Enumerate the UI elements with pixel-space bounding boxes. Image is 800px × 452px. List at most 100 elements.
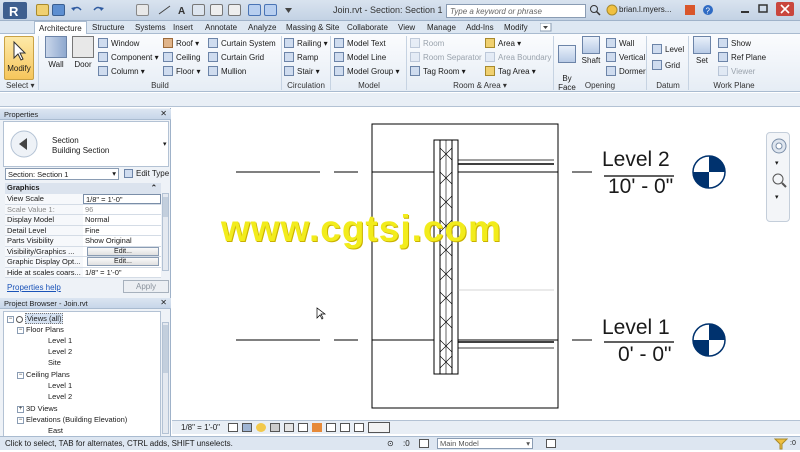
analytical-model-icon[interactable] <box>340 423 350 432</box>
detail-level-field[interactable]: Fine <box>83 225 161 235</box>
close-icon[interactable]: ✕ <box>160 298 167 307</box>
tree-node-ceiling-level-1[interactable]: Level 1 <box>48 381 72 390</box>
undo-icon[interactable] <box>70 4 83 16</box>
mullion-button[interactable]: Mullion <box>208 66 246 76</box>
reveal-hidden-icon[interactable] <box>326 423 336 432</box>
tab-annotate[interactable]: Annotate <box>201 21 241 34</box>
open-icon[interactable] <box>36 4 49 16</box>
scrollbar-thumb[interactable] <box>163 197 168 217</box>
area-boundary-button[interactable]: Area Boundary <box>485 52 551 62</box>
column-button[interactable]: Column ▾ <box>98 66 145 76</box>
apply-button[interactable]: Apply <box>123 280 169 293</box>
crop-region[interactable] <box>371 123 559 409</box>
visibility-graphics-edit-button[interactable]: Edit... <box>87 246 159 256</box>
tab-modify[interactable]: Modify <box>500 21 532 34</box>
chevron-down-icon[interactable]: ▾ <box>775 193 779 201</box>
select-panel-label[interactable]: Select ▾ <box>6 81 34 90</box>
aligned-dimension-icon[interactable] <box>158 4 171 16</box>
model-line-button[interactable]: Model Line <box>334 52 386 62</box>
scrollbar-thumb[interactable] <box>163 325 168 373</box>
default-3d-view-icon[interactable] <box>192 4 205 16</box>
collapse-icon[interactable]: − <box>17 326 24 334</box>
collapse-icon[interactable]: − <box>17 416 24 424</box>
tree-node-east[interactable]: East <box>48 426 63 435</box>
expand-icon[interactable]: + <box>17 405 24 413</box>
viewer-button[interactable]: Viewer <box>718 66 755 76</box>
steering-wheel-icon[interactable] <box>770 137 788 157</box>
modify-button[interactable]: Modify <box>4 36 34 80</box>
ramp-button[interactable]: Ramp <box>284 52 318 62</box>
search-input[interactable]: Type a keyword or phrase <box>446 4 586 18</box>
tab-massing-site[interactable]: Massing & Site <box>282 21 343 34</box>
set-work-plane-button[interactable]: Set <box>691 36 713 65</box>
qat-dropdown-icon[interactable] <box>282 4 295 16</box>
collapse-icon[interactable]: − <box>7 315 14 323</box>
tab-analyze[interactable]: Analyze <box>244 21 280 34</box>
tab-systems[interactable]: Systems <box>131 21 170 34</box>
shadows-icon[interactable] <box>270 423 280 432</box>
close-icon[interactable]: ✕ <box>160 109 167 118</box>
stair-button[interactable]: Stair ▾ <box>284 66 320 76</box>
tree-node-floor-level-1[interactable]: Level 1 <box>48 336 72 345</box>
ceiling-button[interactable]: Ceiling <box>163 52 200 62</box>
tag-room-button[interactable]: Tag Room ▾ <box>410 66 466 76</box>
search-icon[interactable] <box>589 4 601 18</box>
model-text-button[interactable]: Model Text <box>334 38 386 48</box>
tab-architecture[interactable]: Architecture <box>34 21 87 35</box>
show-work-plane-button[interactable]: Show <box>718 38 751 48</box>
tab-view[interactable]: View <box>394 21 419 34</box>
graphics-group-header[interactable]: Graphics ⌃ <box>5 183 161 194</box>
tab-collaborate[interactable]: Collaborate <box>343 21 392 34</box>
instance-selector[interactable]: Section: Section 1 ▾ <box>5 168 119 180</box>
restore-icon[interactable] <box>756 3 770 17</box>
user-name[interactable]: brian.l.myers... <box>619 5 671 14</box>
level-button[interactable]: Level <box>652 44 684 54</box>
thin-lines-icon[interactable] <box>228 4 241 16</box>
type-selector[interactable]: Section Building Section ▾ <box>3 121 169 167</box>
detail-level-icon[interactable] <box>228 423 238 432</box>
level-2-name[interactable]: Level 2 <box>602 148 670 172</box>
view-control-scroll-icon[interactable] <box>368 422 390 433</box>
save-icon[interactable] <box>52 4 65 16</box>
minimize-icon[interactable] <box>738 3 752 17</box>
room-separator-button[interactable]: Room Separator <box>410 52 482 62</box>
show-crop-region-icon[interactable] <box>298 423 308 432</box>
level-1-name[interactable]: Level 1 <box>602 316 670 340</box>
close-hidden-windows-icon[interactable] <box>248 4 261 16</box>
component-button[interactable]: Component ▾ <box>98 52 159 62</box>
ref-plane-button[interactable]: Ref Plane <box>718 52 766 62</box>
room-area-panel-label[interactable]: Room & Area ▾ <box>408 81 552 90</box>
help-icon[interactable]: ? <box>702 4 714 18</box>
view-scale-field[interactable]: 1/8" = 1'-0" <box>83 194 161 204</box>
shaft-button[interactable]: Shaft <box>580 36 602 65</box>
collapse-icon[interactable]: − <box>17 371 24 379</box>
level-2-elevation[interactable]: 10' - 0" <box>608 175 673 199</box>
dormer-button[interactable]: Dormer <box>606 66 646 76</box>
floor-button[interactable]: Floor ▾ <box>163 66 200 76</box>
section-icon[interactable] <box>210 4 223 16</box>
properties-scrollbar[interactable] <box>162 193 169 271</box>
tree-node-3d-views[interactable]: +3D Views <box>17 404 58 413</box>
crop-view-icon[interactable] <box>284 423 294 432</box>
tree-node-ceiling-plans[interactable]: − Ceiling Plans <box>17 370 70 379</box>
wall-opening-button[interactable]: Wall <box>606 38 634 48</box>
communication-icon[interactable] <box>606 4 618 18</box>
properties-help-link[interactable]: Properties help <box>7 283 61 292</box>
exchange-apps-icon[interactable] <box>684 4 696 18</box>
roof-button[interactable]: Roof ▾ <box>163 38 199 48</box>
tab-insert[interactable]: Insert <box>169 21 197 34</box>
highlight-displacement-icon[interactable] <box>354 423 364 432</box>
level-1-elevation[interactable]: 0' - 0" <box>618 343 671 367</box>
wall-section[interactable] <box>433 139 554 375</box>
curtain-grid-button[interactable]: Curtain Grid <box>208 52 264 62</box>
temporary-hide-icon[interactable] <box>312 423 322 432</box>
drawing-canvas[interactable]: Level 2 10' - 0" Level 1 0' - 0" ▾ ▾ www… <box>172 108 800 420</box>
parts-visibility-field[interactable]: Show Original <box>83 236 161 246</box>
hide-at-scales-field[interactable]: 1/8" = 1'-0" <box>83 267 161 277</box>
by-face-button[interactable]: By Face <box>556 36 578 101</box>
measure-icon[interactable] <box>136 4 149 16</box>
edit-type-button[interactable]: Edit Type <box>124 169 169 178</box>
tree-node-site[interactable]: Site <box>48 358 61 367</box>
editable-only-icon[interactable] <box>546 439 556 448</box>
sun-path-icon[interactable] <box>256 423 266 432</box>
